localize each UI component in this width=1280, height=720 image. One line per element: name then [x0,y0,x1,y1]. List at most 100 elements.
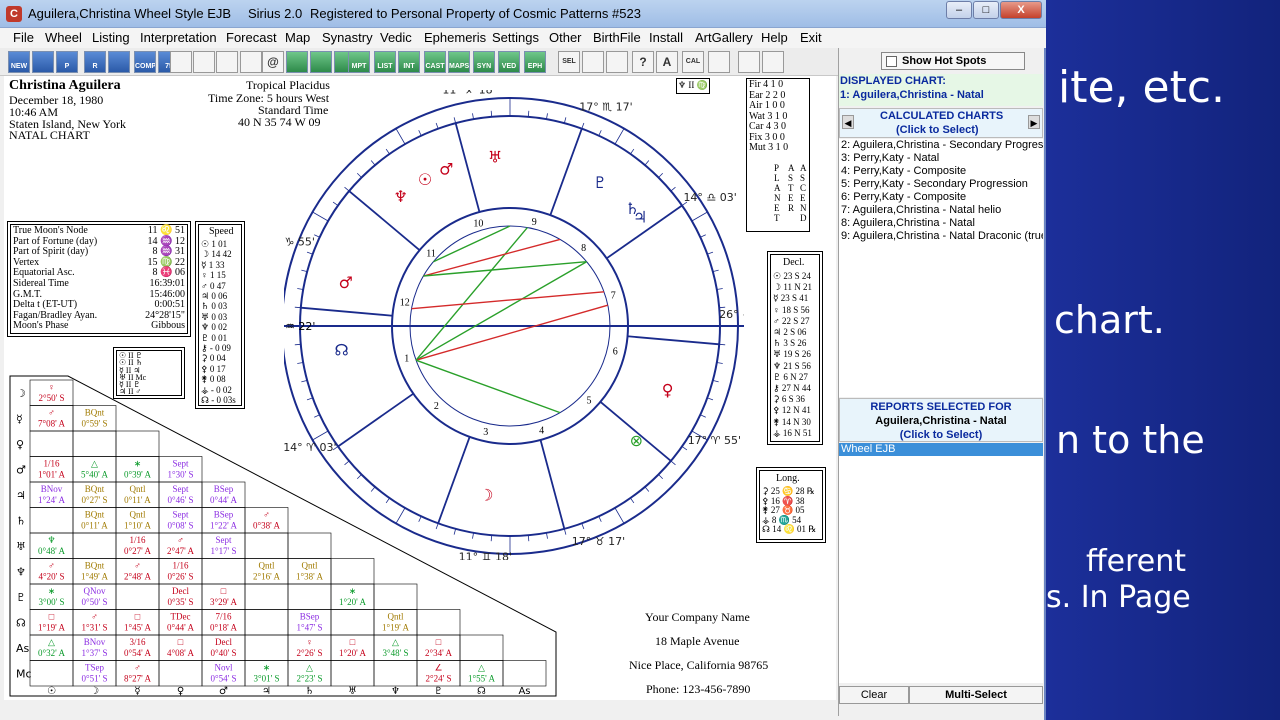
planet-glyph[interactable]: ♀ [662,381,674,400]
menu-file[interactable]: File [13,30,34,45]
planet-glyph[interactable]: ♆ [394,187,408,206]
aspect-cell[interactable] [416,609,461,636]
planet-glyph[interactable]: ☉ [418,170,432,189]
eph-button[interactable]: EPH [524,51,546,73]
calc-chart-item[interactable]: 8: Aguilera,Christina - Natal [841,217,975,229]
aspect-cell[interactable] [72,532,117,559]
aspect-cell[interactable] [158,660,203,687]
menu-ephemeris[interactable]: Ephemeris [424,30,486,45]
aspect-cell[interactable] [201,558,246,585]
progression-button[interactable]: P [56,51,78,73]
menu-map[interactable]: Map [285,30,310,45]
chart-canvas[interactable]: Christina Aguilera December 18, 1980 10:… [4,76,836,700]
title-bar[interactable]: C Aguilera,Christina Wheel Style EJB Sir… [0,0,1046,28]
aspect-cell[interactable] [287,583,332,610]
mpt-button[interactable]: MPT [348,51,370,73]
aspect-cell[interactable] [330,558,375,585]
report-item-selected[interactable]: Wheel EJB [839,443,1043,456]
planet-glyph[interactable]: ♂ [439,159,453,178]
text-button[interactable]: A [656,51,678,73]
calc-chart-item[interactable]: 2: Aguilera,Christina - Secondary Progre… [841,139,1043,151]
print-button[interactable] [216,51,238,73]
calendar-button[interactable]: CAL [682,51,704,73]
aspect-cell[interactable] [502,660,547,687]
aspect-cell[interactable] [115,430,160,457]
tool-button-1[interactable] [286,51,308,73]
zoom-out-button[interactable] [762,51,784,73]
hotspots-checkbox[interactable] [886,56,897,67]
list-button[interactable]: LIST [374,51,396,73]
aspect-cell[interactable] [72,430,117,457]
menu-vedic[interactable]: Vedic [380,30,412,45]
menu-artgallery[interactable]: ArtGallery [695,30,753,45]
natal-chart-wheel[interactable]: 123 45678910111211° ♐ 18'17° ♏ 17'14° ♎ 0… [284,90,744,560]
calc-chart-item[interactable]: 3: Perry,Katy - Natal [841,152,939,164]
new-chart-button[interactable]: NEW [8,51,30,73]
menu-help[interactable]: Help [761,30,788,45]
cast-button[interactable]: CAST [424,51,446,73]
menu-birthfile[interactable]: BirthFile [593,30,641,45]
copy-button[interactable] [240,51,262,73]
planet-glyph[interactable]: ♂ [339,273,353,292]
aspect-cell[interactable] [115,583,160,610]
hotspots-toggle[interactable]: Show Hot Spots [881,52,1025,70]
sel-button[interactable]: SEL [558,51,580,73]
menu-synastry[interactable]: Synastry [322,30,373,45]
planet-glyph[interactable]: ♅ [488,148,502,167]
help-button[interactable]: ? [632,51,654,73]
clock-button[interactable] [582,51,604,73]
composite-button[interactable]: COMP [134,51,156,73]
maximize-button[interactable]: □ [973,1,999,19]
aspect-cell[interactable] [373,660,418,687]
minimize-button[interactable]: – [946,1,972,19]
save-button[interactable] [193,51,215,73]
calc-chart-item[interactable]: 7: Aguilera,Christina - Natal helio [841,204,1001,216]
displayed-chart-panel[interactable]: DISPLAYED CHART: 1: Aguilera,Christina -… [839,74,1043,106]
aspect-cell[interactable] [330,660,375,687]
menu-wheel[interactable]: Wheel [45,30,82,45]
calc-chart-item[interactable]: 6: Perry,Katy - Composite [841,191,966,203]
planet-glyph[interactable]: ⊗ [630,431,643,450]
email-button[interactable]: @ [262,51,284,73]
clear-button[interactable]: Clear [839,686,909,704]
aspect-cell[interactable] [244,532,289,559]
close-button[interactable]: X [1000,1,1042,19]
reports-header[interactable]: REPORTS SELECTED FOR Aguilera,Christina … [839,398,1043,442]
aspect-cell[interactable] [244,634,289,661]
calc-chart-item[interactable]: 9: Aguilera,Christina - Natal Draconic (… [841,230,1043,242]
int-button[interactable]: INT [398,51,420,73]
aspect-cell[interactable] [330,609,375,636]
aspect-cell[interactable] [459,634,504,661]
art-button[interactable] [708,51,730,73]
aspect-cell[interactable] [29,430,74,457]
calc-chart-item[interactable]: 5: Perry,Katy - Secondary Progression [841,178,1028,190]
planet-glyph[interactable]: ♇ [593,173,607,192]
compass-button[interactable] [108,51,130,73]
menu-exit[interactable]: Exit [800,30,822,45]
aspect-cell[interactable] [373,583,418,610]
tools-button[interactable] [606,51,628,73]
open-file-button[interactable] [170,51,192,73]
tool-button-2[interactable] [310,51,332,73]
wheel-button[interactable] [32,51,54,73]
planet-glyph[interactable]: ♃ [633,208,647,227]
aspect-cell[interactable] [244,609,289,636]
return-button[interactable]: R [84,51,106,73]
menu-other[interactable]: Other [549,30,582,45]
calc-next-arrow-icon[interactable]: ▶ [1028,115,1040,129]
calc-charts-header[interactable]: ◀ CALCULATED CHARTS (Click to Select) ▶ [839,108,1043,138]
maps-button[interactable]: MAPS [448,51,470,73]
menu-forecast[interactable]: Forecast [226,30,277,45]
ved-button[interactable]: VED [498,51,520,73]
aspect-cell[interactable] [244,583,289,610]
syn-button[interactable]: SYN [473,51,495,73]
menu-settings[interactable]: Settings [492,30,539,45]
multi-select-button[interactable]: Multi-Select [909,686,1043,704]
aspect-cell[interactable] [29,507,74,534]
calc-prev-arrow-icon[interactable]: ◀ [842,115,854,129]
planet-glyph[interactable]: ☊ [335,341,349,360]
menu-install[interactable]: Install [649,30,683,45]
aspect-cell[interactable] [29,660,74,687]
menu-interpretation[interactable]: Interpretation [140,30,217,45]
calc-chart-item[interactable]: 4: Perry,Katy - Composite [841,165,966,177]
